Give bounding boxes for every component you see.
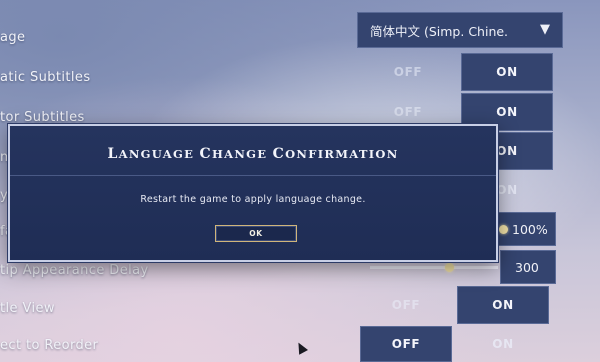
tooltip-delay-slider-knob[interactable] [445,263,454,272]
ok-button[interactable]: OK [215,225,297,242]
setting-row-4-label: y [0,188,9,203]
tooltip-delay-value: 300 [515,260,539,275]
select-to-reorder-off[interactable]: OFF [360,326,452,362]
language-value: 简体中文 (Simp. Chine. [370,23,509,39]
select-to-reorder-label: ect to Reorder [0,338,99,353]
subtitle-view-off[interactable]: OFF [360,288,452,322]
opacity-slider-knob[interactable] [499,225,508,234]
cinematic-subtitles-label: atic Subtitles [0,70,91,85]
subtitle-view-on[interactable]: ON [457,286,549,324]
dialog-title: LANGUAGE CHANGE CONFIRMATION [107,146,399,162]
cinematic-subtitles-off[interactable]: OFF [362,55,454,89]
tooltip-delay-slider-track[interactable] [370,266,498,269]
cinematic-subtitles-on[interactable]: ON [461,53,553,91]
dialog-divider [10,175,496,176]
narrator-subtitles-label: tor Subtitles [0,110,85,125]
opacity-value: 100% [512,222,548,237]
subtitle-view-label: tle View [0,301,55,316]
language-dropdown[interactable]: 简体中文 (Simp. Chine. ▼ [357,12,563,48]
dialog-message: Restart the game to apply language chang… [140,194,366,205]
chevron-down-icon: ▼ [540,22,550,37]
tooltip-delay-label: tip Appearance Delay [0,263,149,278]
mouse-cursor-icon [294,340,308,355]
language-change-dialog: LANGUAGE CHANGE CONFIRMATION Restart the… [8,124,498,262]
language-label: age [0,30,26,45]
select-to-reorder-on[interactable]: ON [457,326,549,362]
